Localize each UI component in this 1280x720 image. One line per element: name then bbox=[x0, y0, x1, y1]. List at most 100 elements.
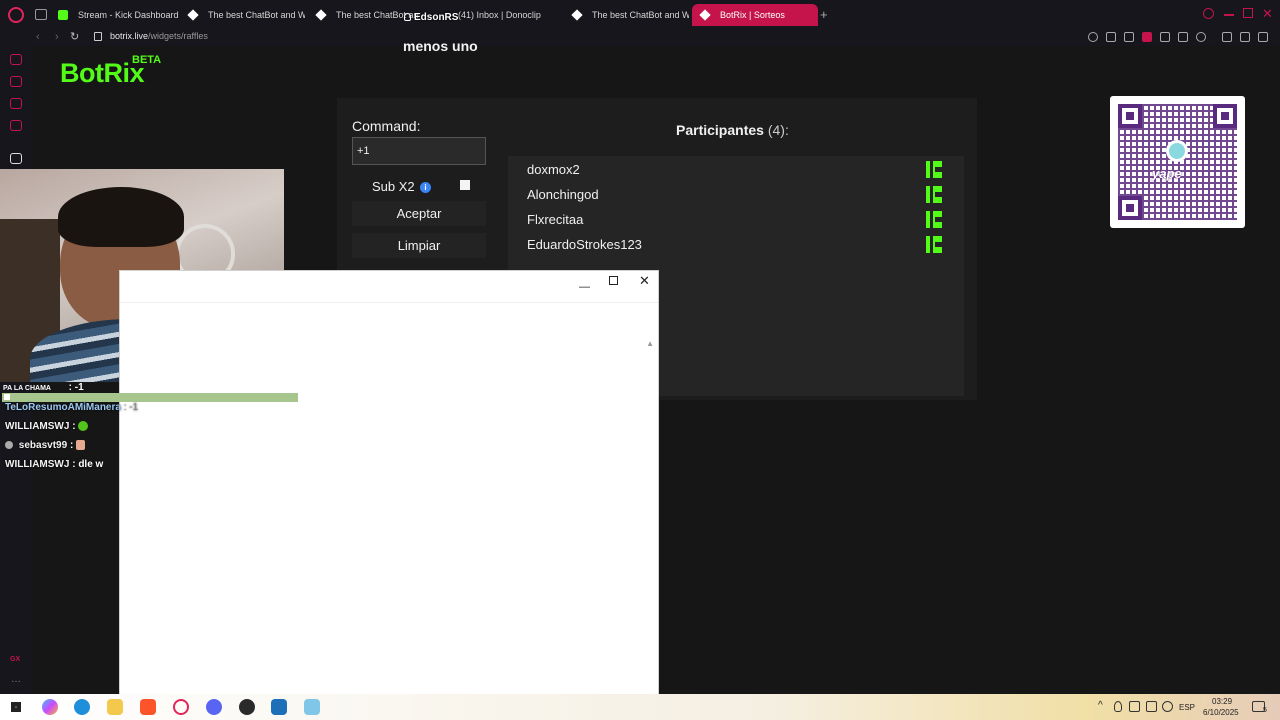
gx-logo-icon: GX bbox=[10, 656, 21, 663]
participant-row[interactable]: Flxrecitaa bbox=[527, 208, 947, 232]
capture-icon[interactable] bbox=[1129, 701, 1140, 712]
kick-icon bbox=[926, 211, 942, 228]
yape-qr-code: yape bbox=[1110, 96, 1245, 228]
sidebar-player-icon[interactable] bbox=[10, 120, 22, 131]
new-tab-plus-icon[interactable]: + bbox=[820, 7, 828, 22]
language-indicator[interactable]: ESP bbox=[1179, 703, 1195, 712]
notification-count: 5 bbox=[1263, 707, 1267, 714]
chat-message: TeLoResumoAMiManera : -1 bbox=[5, 402, 139, 413]
forward-arrow-icon[interactable]: › bbox=[55, 30, 59, 44]
chat-message: WILLIAMSWJ : bbox=[5, 421, 89, 432]
download-icon[interactable] bbox=[1240, 32, 1250, 42]
discord-icon[interactable] bbox=[206, 699, 222, 715]
participant-row[interactable]: Alonchingod bbox=[527, 183, 947, 207]
overlay-caption: menos uno bbox=[403, 38, 478, 54]
heart-icon[interactable] bbox=[1196, 32, 1206, 42]
scroll-up-icon[interactable]: ▲ bbox=[646, 339, 654, 348]
notepad-icon[interactable] bbox=[304, 699, 320, 715]
chat-title: PA LA CHAMA : -1 bbox=[3, 382, 84, 393]
command-input[interactable]: +1 bbox=[352, 137, 486, 165]
participant-row[interactable]: doxmox2 bbox=[527, 158, 947, 182]
qr-label: yape bbox=[1152, 166, 1182, 181]
yape-logo-icon bbox=[1166, 140, 1188, 162]
remote-app-icon[interactable] bbox=[271, 699, 287, 715]
command-label: Command: bbox=[352, 118, 421, 134]
file-explorer-icon[interactable] bbox=[107, 699, 123, 715]
window-minimize-icon[interactable] bbox=[1224, 14, 1234, 16]
back-arrow-icon[interactable]: ‹ bbox=[36, 30, 40, 44]
kick-icon bbox=[926, 236, 942, 253]
user-icon bbox=[404, 13, 411, 22]
windows-taskbar: ^ ESP 03:29 6/10/2025 5 bbox=[0, 694, 1280, 720]
kick-icon bbox=[926, 186, 942, 203]
window-maximize-icon[interactable] bbox=[1243, 8, 1253, 18]
shield-icon[interactable] bbox=[1142, 32, 1152, 42]
user-badge-icon bbox=[5, 441, 13, 450]
copilot-icon[interactable] bbox=[42, 699, 58, 715]
sidebar-more-icon[interactable]: … bbox=[11, 674, 21, 685]
tab-botrix-sorteos[interactable]: BotRix | Sorteos bbox=[692, 4, 818, 26]
sub-x2-label: Sub X2 bbox=[372, 179, 415, 194]
botrix-icon bbox=[571, 9, 583, 21]
kick-icon bbox=[926, 161, 942, 178]
sidebar-ai-icon[interactable] bbox=[10, 153, 22, 164]
network-icon[interactable] bbox=[1146, 701, 1157, 712]
participant-row[interactable]: EduardoStrokes123 bbox=[527, 233, 947, 257]
maximize-icon[interactable] bbox=[609, 276, 618, 285]
sidebar-history-icon[interactable] bbox=[10, 54, 22, 65]
clock-date[interactable]: 6/10/2025 bbox=[1203, 708, 1239, 717]
translate-icon[interactable] bbox=[1160, 32, 1170, 42]
address-bar-row: ‹ › ↻ botrix.live/widgets/raffles bbox=[0, 30, 1280, 46]
tab-botrix-3[interactable]: The best ChatBot and Wi bbox=[564, 4, 689, 26]
botrix-icon bbox=[699, 9, 711, 21]
sidebar-bag-icon[interactable] bbox=[10, 76, 22, 87]
tab-botrix-1[interactable]: The best ChatBot and Wi bbox=[180, 4, 305, 26]
pin-icon[interactable] bbox=[1106, 32, 1116, 42]
account-icon[interactable] bbox=[1222, 32, 1232, 42]
tab-islands-icon[interactable] bbox=[35, 9, 47, 20]
minimize-icon[interactable]: — bbox=[579, 281, 590, 293]
close-icon[interactable]: ✕ bbox=[639, 273, 650, 289]
screen: Stream - Kick Dashboard The best ChatBot… bbox=[0, 0, 1280, 720]
lock-icon bbox=[94, 32, 102, 41]
tray-chevron-icon[interactable]: ^ bbox=[1098, 700, 1103, 711]
frog-emote-icon bbox=[78, 421, 89, 432]
beta-badge: BETA bbox=[132, 54, 162, 66]
brave-icon[interactable] bbox=[140, 699, 156, 715]
kick-icon bbox=[58, 10, 68, 20]
edge-icon[interactable] bbox=[74, 699, 90, 715]
clear-button[interactable]: Limpiar bbox=[352, 233, 486, 258]
botrix-icon bbox=[187, 9, 199, 21]
volume-icon[interactable] bbox=[1162, 701, 1173, 712]
window-content: ▲ bbox=[120, 302, 658, 695]
tab-search-icon[interactable] bbox=[1203, 8, 1214, 19]
botrix-icon bbox=[315, 9, 327, 21]
menu-icon[interactable] bbox=[1258, 32, 1268, 42]
chat-progress-bar bbox=[2, 393, 298, 402]
foreground-window[interactable]: — ✕ ▲ bbox=[119, 270, 659, 695]
sidebar-twitch-icon[interactable] bbox=[10, 98, 22, 109]
reload-icon[interactable]: ↻ bbox=[70, 30, 79, 44]
tab-botrix-2[interactable]: The best ChatBot and Wi bbox=[308, 4, 418, 26]
obs-icon[interactable] bbox=[239, 699, 255, 715]
streamer-name-overlay: EdsonRS bbox=[404, 12, 458, 23]
address-field[interactable]: botrix.live/widgets/raffles bbox=[110, 31, 208, 41]
browser-tab-bar: Stream - Kick Dashboard The best ChatBot… bbox=[0, 0, 1280, 30]
clock-time[interactable]: 03:29 bbox=[1212, 697, 1232, 706]
chat-message: sebasvt99 : bbox=[5, 440, 86, 451]
tab-kick-dashboard[interactable]: Stream - Kick Dashboard bbox=[50, 4, 180, 26]
snapshot-icon[interactable] bbox=[1124, 32, 1134, 42]
opera-logo-icon[interactable] bbox=[8, 7, 24, 23]
microphone-icon[interactable] bbox=[1114, 701, 1122, 712]
participants-heading: Participantes (4): bbox=[676, 122, 789, 138]
opera-gx-icon[interactable] bbox=[173, 699, 189, 715]
player-icon[interactable] bbox=[1178, 32, 1188, 42]
zoom-icon[interactable] bbox=[1088, 32, 1098, 42]
windows-start-icon[interactable] bbox=[11, 702, 21, 712]
window-close-icon[interactable]: ✕ bbox=[1262, 7, 1276, 22]
window-titlebar[interactable]: — ✕ bbox=[120, 271, 658, 302]
sub-x2-checkbox[interactable] bbox=[460, 180, 470, 190]
info-icon[interactable]: i bbox=[420, 182, 431, 193]
chat-message: WILLIAMSWJ : dle w bbox=[5, 459, 104, 470]
accept-button[interactable]: Aceptar bbox=[352, 201, 486, 226]
